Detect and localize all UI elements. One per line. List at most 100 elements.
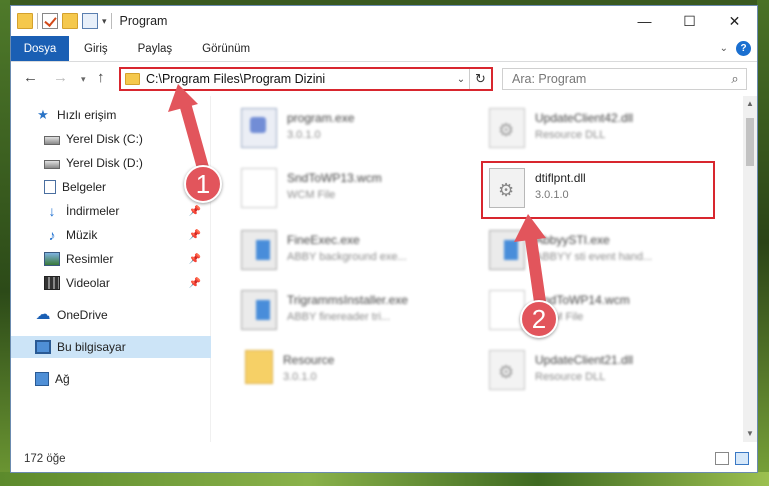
pin-icon[interactable]: 📌	[189, 206, 201, 217]
recent-locations-dropdown-icon[interactable]: ▾	[81, 74, 86, 85]
scroll-down-icon[interactable]: ▼	[743, 426, 757, 442]
navigation-bar: ← → ▾ ↑ C:\Program Files\Program Dizini …	[11, 62, 757, 96]
sidebar-item-documents[interactable]: Belgeler	[11, 176, 211, 198]
search-icon[interactable]: ⌕	[724, 71, 746, 87]
folder-icon	[245, 350, 273, 384]
details-view-icon[interactable]	[715, 452, 729, 465]
sidebar-item-local-disk-d[interactable]: Yerel Disk (D:)	[11, 152, 211, 174]
up-arrow-icon[interactable]: ↑	[97, 69, 105, 86]
address-path[interactable]: C:\Program Files\Program Dizini	[146, 72, 453, 86]
music-icon: ♪	[48, 227, 56, 243]
sidebar-item-onedrive[interactable]: ☁ OneDrive	[11, 304, 211, 326]
maximize-button[interactable]: ☐	[667, 6, 712, 36]
file-item[interactable]: UpdateClient21.dll Resource DLL	[489, 350, 739, 400]
sidebar-item-label: İndirmeler	[66, 204, 120, 218]
expand-ribbon-chevron-icon[interactable]: ⌄	[720, 43, 728, 54]
search-input[interactable]: Ara: Program	[503, 72, 724, 86]
search-box[interactable]: Ara: Program ⌕	[502, 68, 747, 90]
sidebar-item-label: OneDrive	[57, 308, 108, 322]
sidebar-item-videos[interactable]: Videolar 📌	[11, 272, 211, 294]
star-icon: ★	[37, 107, 49, 122]
sidebar-item-label: Belgeler	[62, 180, 107, 194]
file-detail: ABBY background exe...	[287, 251, 407, 263]
file-highlight-box	[481, 161, 715, 219]
tab-gorunum[interactable]: Görünüm	[187, 36, 265, 61]
file-name: program.exe	[287, 111, 355, 125]
file-detail: Resource DLL	[535, 129, 606, 141]
file-item[interactable]: TrigrammsInstaller.exe ABBY finereader t…	[241, 290, 491, 340]
dll-icon	[489, 108, 525, 148]
file-item[interactable]: AbbyySTI.exe ABBYY sti event hand...	[489, 230, 739, 280]
sidebar-item-music[interactable]: ♪ Müzik 📌	[11, 224, 211, 246]
new-folder-icon[interactable]	[62, 13, 78, 29]
tab-giris[interactable]: Giriş	[69, 36, 123, 61]
sidebar-item-label: Ağ	[55, 372, 70, 386]
exe-icon	[241, 290, 277, 330]
file-detail: 3.0.1.0	[287, 129, 321, 141]
address-dropdown-icon[interactable]: ⌄	[453, 74, 469, 85]
vertical-scrollbar[interactable]: ▲ ▼	[743, 96, 757, 442]
item-count: 172 öğe	[24, 453, 66, 465]
status-bar: 172 öğe	[11, 446, 757, 472]
view-options-icon[interactable]	[82, 13, 98, 29]
sidebar-item-label: Bu bilgisayar	[57, 340, 126, 354]
sidebar-item-label: Resimler	[66, 252, 114, 266]
back-arrow-icon[interactable]: ←	[23, 69, 38, 86]
file-name: Resource	[283, 353, 335, 367]
file-icon	[241, 168, 277, 208]
file-detail: 3.0.1.0	[283, 371, 317, 383]
scroll-thumb[interactable]	[746, 118, 754, 166]
forward-arrow-icon[interactable]: →	[53, 69, 68, 86]
dll-icon	[489, 350, 525, 390]
customize-toolbar-dropdown-icon[interactable]: ▾	[102, 16, 107, 27]
tab-dosya[interactable]: Dosya	[11, 36, 69, 61]
sidebar-item-quick-access[interactable]: ★ Hızlı erişim	[11, 104, 211, 126]
pictures-icon	[44, 252, 60, 266]
pin-icon[interactable]: 📌	[189, 278, 201, 289]
computer-icon	[35, 340, 51, 354]
pin-icon[interactable]: 📌	[189, 230, 201, 241]
network-icon	[35, 372, 49, 386]
file-list: program.exe 3.0.1.0 UpdateClient42.dll R…	[221, 96, 743, 442]
file-detail: ABBY finereader tri...	[287, 311, 391, 323]
sidebar-item-label: Yerel Disk (D:)	[66, 156, 143, 170]
file-item[interactable]: FineExec.exe ABBY background exe...	[241, 230, 491, 280]
videos-icon	[44, 276, 60, 290]
minimize-button[interactable]: —	[622, 6, 667, 36]
scroll-up-icon[interactable]: ▲	[743, 96, 757, 112]
explorer-window: ▾ Program — ☐ ✕ Dosya Giriş Paylaş Görün…	[10, 5, 758, 473]
window-title: Program	[119, 14, 168, 28]
properties-check-icon[interactable]	[42, 13, 58, 29]
window-controls: — ☐ ✕	[622, 6, 757, 36]
sidebar-item-label: Hızlı erişim	[57, 108, 117, 122]
ribbon-right-controls: ⌄ ?	[720, 41, 751, 56]
close-button[interactable]: ✕	[712, 6, 757, 36]
pin-icon[interactable]: 📌	[189, 254, 201, 265]
file-item[interactable]: Resource 3.0.1.0	[241, 350, 491, 400]
file-name: UpdateClient21.dll	[535, 353, 634, 367]
file-item[interactable]: UpdateClient42.dll Resource DLL	[489, 108, 739, 158]
disk-icon	[44, 135, 60, 145]
toolbar-divider	[110, 13, 112, 29]
sidebar-item-local-disk-c[interactable]: Yerel Disk (C:)	[11, 128, 211, 150]
toolbar-divider	[37, 13, 38, 29]
file-item[interactable]: program.exe 3.0.1.0	[241, 108, 491, 158]
sidebar-item-label: Yerel Disk (C:)	[66, 132, 143, 146]
file-name: AbbyySTI.exe	[535, 233, 610, 247]
annotation-badge-2: 2	[520, 300, 558, 338]
file-item[interactable]: SndToWP13.wcm WCM File	[241, 168, 491, 218]
sidebar-item-downloads[interactable]: ↓ İndirmeler 📌	[11, 200, 211, 222]
file-detail: ABBYY sti event hand...	[535, 251, 653, 263]
help-icon[interactable]: ?	[736, 41, 751, 56]
sidebar-item-network[interactable]: Ağ	[11, 368, 211, 390]
exe-icon	[489, 230, 525, 270]
sidebar-item-label: Müzik	[66, 228, 98, 242]
address-bar[interactable]: C:\Program Files\Program Dizini ⌄ ↻	[119, 67, 493, 91]
documents-icon	[44, 180, 56, 194]
tab-paylas[interactable]: Paylaş	[123, 36, 188, 61]
tiles-view-icon[interactable]	[735, 452, 749, 465]
refresh-icon[interactable]: ↻	[469, 69, 491, 89]
annotation-badge-1: 1	[184, 165, 222, 203]
sidebar-item-this-pc[interactable]: Bu bilgisayar	[11, 336, 211, 358]
sidebar-item-pictures[interactable]: Resimler 📌	[11, 248, 211, 270]
